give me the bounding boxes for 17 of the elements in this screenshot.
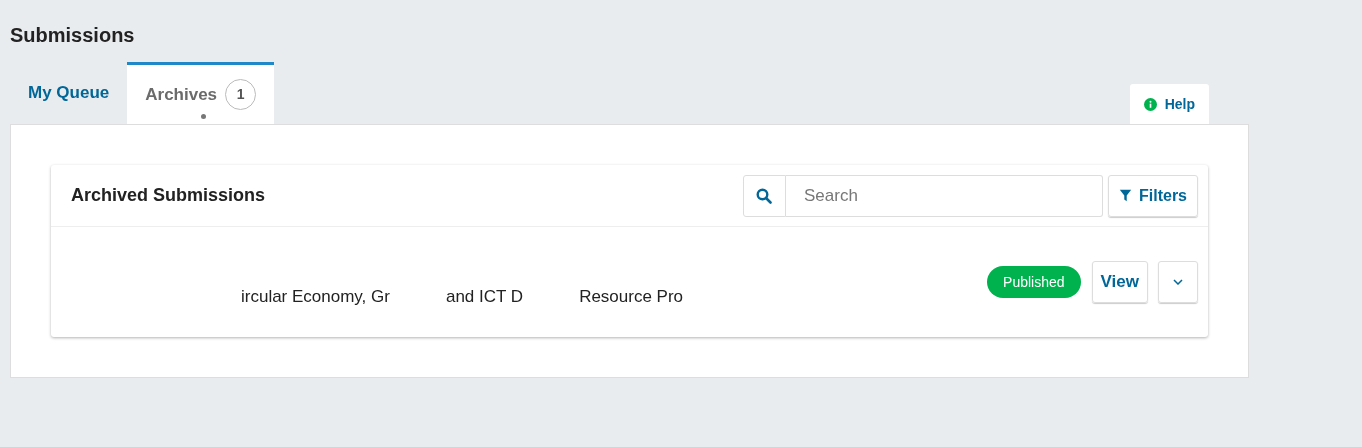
tab[interactable]: My Queue [10, 62, 128, 124]
submission-title-fragment: and ICT D [445, 286, 524, 309]
view-button[interactable]: View [1091, 261, 1148, 303]
filters-button[interactable]: Filters [1108, 174, 1198, 217]
search-field[interactable]: Search [786, 174, 1103, 217]
card-title: Archived Submissions [71, 184, 266, 207]
help-button[interactable]: Help [1129, 84, 1209, 124]
chevron-down-icon [1173, 279, 1183, 285]
search-icon [756, 187, 773, 204]
filter-icon [1119, 189, 1132, 202]
tab[interactable]: Archives 1 [127, 62, 275, 124]
info-icon [1143, 97, 1157, 111]
submission-title-fragment: Resource Pro [579, 286, 684, 309]
page-title: Submissions [9, 23, 136, 48]
search-button[interactable] [743, 174, 786, 217]
submission-title-fragment: ircular Economy, Gr [241, 286, 390, 309]
status-badge: Published [987, 266, 1081, 298]
